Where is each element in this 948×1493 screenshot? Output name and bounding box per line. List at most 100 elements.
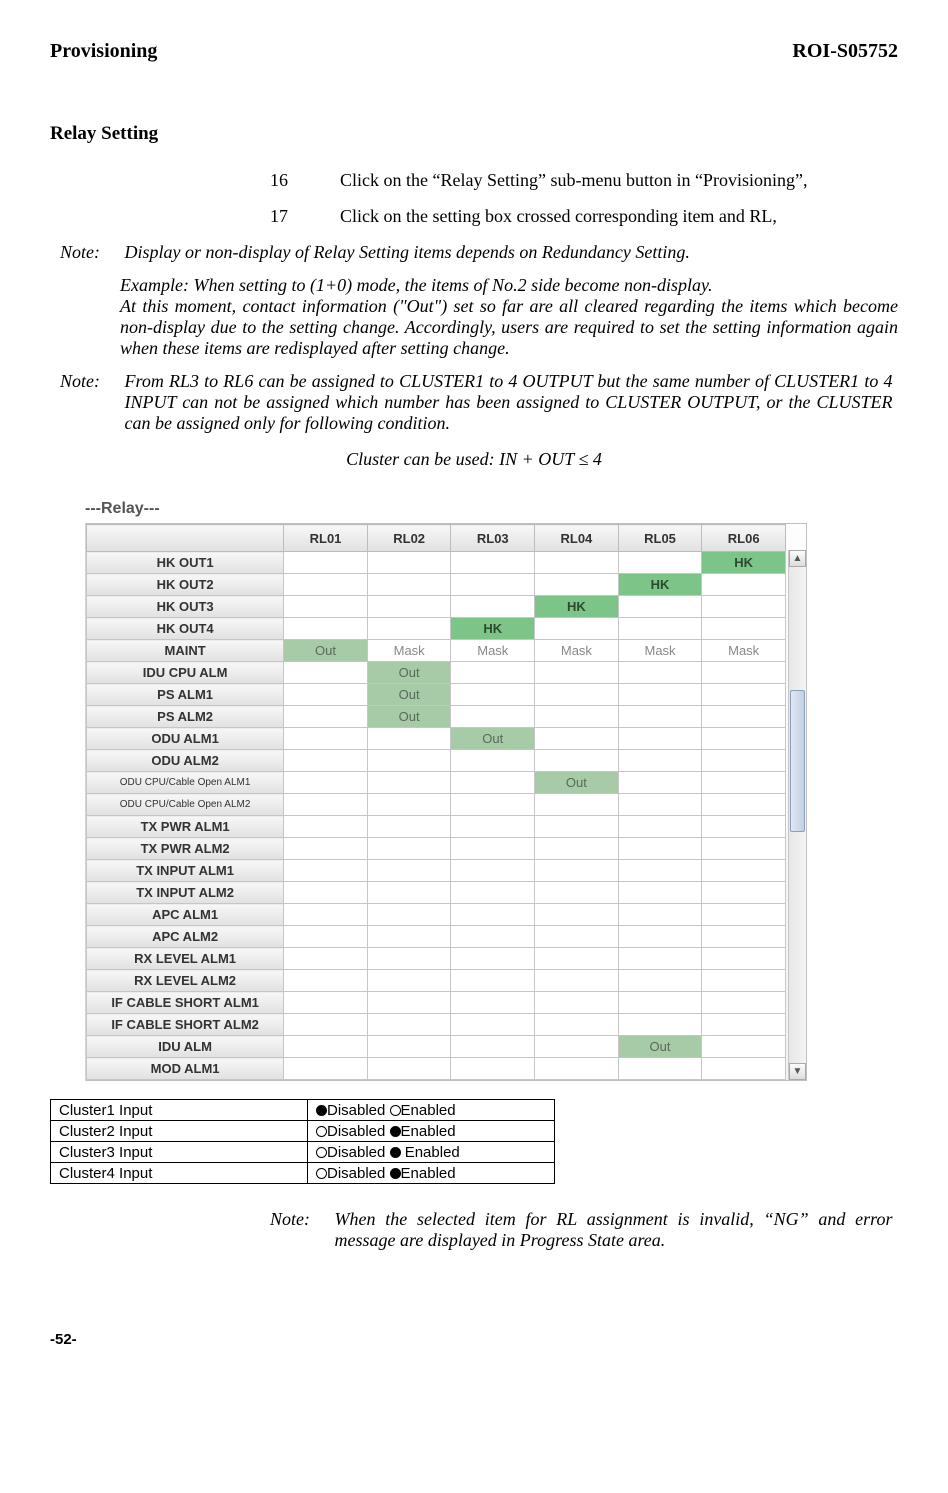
relay-cell[interactable] bbox=[535, 970, 619, 992]
relay-cell[interactable] bbox=[618, 926, 702, 948]
relay-cell[interactable] bbox=[451, 794, 535, 816]
relay-cell[interactable]: Out bbox=[367, 684, 451, 706]
relay-cell[interactable]: Mask bbox=[367, 640, 451, 662]
relay-cell[interactable] bbox=[618, 992, 702, 1014]
relay-cell[interactable]: Out bbox=[618, 1036, 702, 1058]
relay-cell[interactable] bbox=[618, 1014, 702, 1036]
relay-cell[interactable] bbox=[367, 1058, 451, 1080]
relay-cell[interactable] bbox=[702, 970, 786, 992]
relay-cell[interactable] bbox=[618, 860, 702, 882]
cluster-options[interactable]: Disabled Enabled bbox=[308, 1100, 555, 1121]
relay-cell[interactable] bbox=[367, 574, 451, 596]
relay-cell[interactable] bbox=[535, 574, 619, 596]
relay-cell[interactable] bbox=[535, 552, 619, 574]
relay-cell[interactable] bbox=[284, 1036, 368, 1058]
relay-cell[interactable] bbox=[618, 948, 702, 970]
relay-cell[interactable] bbox=[702, 662, 786, 684]
relay-cell[interactable]: HK bbox=[618, 574, 702, 596]
radio-icon[interactable] bbox=[390, 1105, 401, 1116]
relay-cell[interactable] bbox=[284, 816, 368, 838]
relay-cell[interactable] bbox=[451, 860, 535, 882]
relay-cell[interactable] bbox=[367, 750, 451, 772]
relay-cell[interactable] bbox=[367, 596, 451, 618]
radio-icon[interactable] bbox=[390, 1147, 401, 1158]
relay-cell[interactable] bbox=[451, 706, 535, 728]
radio-icon[interactable] bbox=[316, 1126, 327, 1137]
relay-cell[interactable] bbox=[702, 750, 786, 772]
scroll-thumb[interactable] bbox=[790, 690, 805, 832]
radio-icon[interactable] bbox=[390, 1168, 401, 1179]
relay-cell[interactable] bbox=[367, 618, 451, 640]
relay-cell[interactable] bbox=[284, 618, 368, 640]
relay-cell[interactable] bbox=[451, 684, 535, 706]
scroll-down-icon[interactable]: ▼ bbox=[789, 1063, 806, 1080]
relay-cell[interactable] bbox=[284, 662, 368, 684]
relay-cell[interactable]: Out bbox=[284, 640, 368, 662]
relay-cell[interactable] bbox=[284, 750, 368, 772]
relay-cell[interactable] bbox=[284, 684, 368, 706]
relay-cell[interactable] bbox=[535, 1036, 619, 1058]
cluster-options[interactable]: Disabled Enabled bbox=[308, 1121, 555, 1142]
relay-cell[interactable] bbox=[367, 552, 451, 574]
vertical-scrollbar[interactable]: ▲ ▼ bbox=[788, 550, 806, 1080]
relay-cell[interactable] bbox=[367, 992, 451, 1014]
relay-cell[interactable] bbox=[284, 882, 368, 904]
relay-cell[interactable] bbox=[451, 750, 535, 772]
relay-cell[interactable] bbox=[284, 728, 368, 750]
relay-cell[interactable] bbox=[367, 816, 451, 838]
relay-cell[interactable] bbox=[451, 1014, 535, 1036]
relay-cell[interactable] bbox=[618, 882, 702, 904]
relay-cell[interactable] bbox=[618, 816, 702, 838]
scroll-up-icon[interactable]: ▲ bbox=[789, 550, 806, 567]
relay-cell[interactable] bbox=[618, 684, 702, 706]
relay-cell[interactable] bbox=[618, 706, 702, 728]
radio-icon[interactable] bbox=[390, 1126, 401, 1137]
radio-icon[interactable] bbox=[316, 1168, 327, 1179]
relay-cell[interactable] bbox=[367, 904, 451, 926]
relay-cell[interactable] bbox=[702, 684, 786, 706]
relay-cell[interactable] bbox=[702, 904, 786, 926]
relay-cell[interactable] bbox=[451, 1058, 535, 1080]
relay-cell[interactable] bbox=[702, 882, 786, 904]
relay-cell[interactable] bbox=[284, 838, 368, 860]
relay-cell[interactable] bbox=[367, 1014, 451, 1036]
relay-cell[interactable] bbox=[367, 794, 451, 816]
relay-cell[interactable] bbox=[535, 750, 619, 772]
relay-cell[interactable] bbox=[451, 970, 535, 992]
relay-cell[interactable] bbox=[535, 904, 619, 926]
relay-cell[interactable] bbox=[451, 838, 535, 860]
relay-cell[interactable] bbox=[618, 728, 702, 750]
relay-cell[interactable] bbox=[702, 596, 786, 618]
relay-cell[interactable]: HK bbox=[451, 618, 535, 640]
relay-cell[interactable] bbox=[451, 596, 535, 618]
relay-cell[interactable] bbox=[535, 860, 619, 882]
relay-cell[interactable] bbox=[702, 816, 786, 838]
relay-cell[interactable] bbox=[702, 926, 786, 948]
relay-cell[interactable] bbox=[284, 992, 368, 1014]
radio-icon[interactable] bbox=[316, 1105, 327, 1116]
relay-cell[interactable] bbox=[284, 904, 368, 926]
relay-cell[interactable] bbox=[367, 728, 451, 750]
relay-cell[interactable] bbox=[535, 684, 619, 706]
relay-cell[interactable] bbox=[284, 706, 368, 728]
relay-cell[interactable] bbox=[284, 1058, 368, 1080]
relay-cell[interactable] bbox=[702, 948, 786, 970]
relay-cell[interactable] bbox=[367, 970, 451, 992]
relay-cell[interactable] bbox=[535, 1058, 619, 1080]
relay-cell[interactable]: Out bbox=[535, 772, 619, 794]
relay-cell[interactable] bbox=[702, 1014, 786, 1036]
relay-cell[interactable] bbox=[535, 728, 619, 750]
cluster-options[interactable]: Disabled Enabled bbox=[308, 1142, 555, 1163]
relay-cell[interactable] bbox=[618, 838, 702, 860]
relay-cell[interactable] bbox=[535, 706, 619, 728]
relay-cell[interactable] bbox=[618, 904, 702, 926]
relay-cell[interactable] bbox=[702, 794, 786, 816]
relay-cell[interactable]: Out bbox=[367, 662, 451, 684]
relay-cell[interactable] bbox=[535, 662, 619, 684]
relay-cell[interactable] bbox=[702, 838, 786, 860]
relay-cell[interactable] bbox=[535, 794, 619, 816]
relay-cell[interactable] bbox=[284, 970, 368, 992]
relay-cell[interactable] bbox=[535, 1014, 619, 1036]
relay-cell[interactable] bbox=[451, 574, 535, 596]
relay-cell[interactable] bbox=[367, 1036, 451, 1058]
